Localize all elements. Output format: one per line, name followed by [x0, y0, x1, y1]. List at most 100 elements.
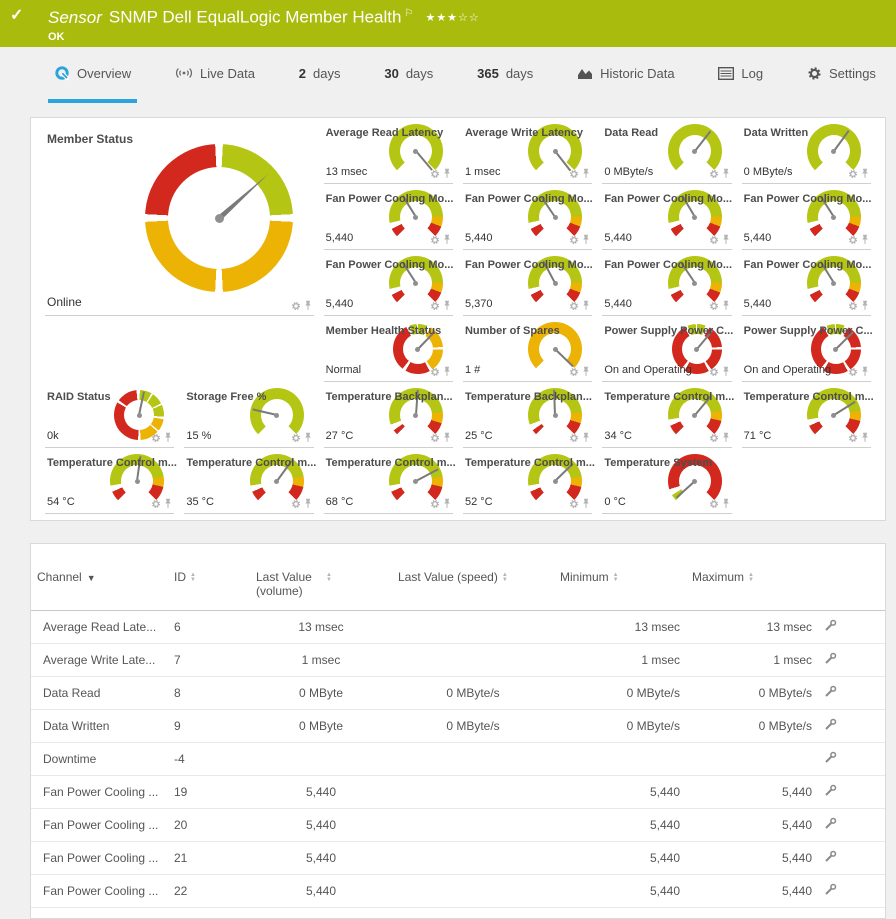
- sort-icon[interactable]: ▲▼: [613, 573, 619, 583]
- gauge-settings-icon[interactable]: [569, 499, 579, 509]
- gauge-settings-icon[interactable]: [848, 235, 858, 245]
- edit-channel-icon[interactable]: [824, 883, 837, 896]
- gauge-pin-icon[interactable]: [722, 234, 730, 245]
- sort-icon[interactable]: ▲▼: [502, 573, 508, 583]
- gauge-settings-icon[interactable]: [291, 499, 301, 509]
- gauge-settings-icon[interactable]: [569, 235, 579, 245]
- sort-icon[interactable]: ▲▼: [326, 573, 332, 583]
- gauge-cell-fan-25[interactable]: Fan Power Cooling Mo...5,440: [602, 250, 731, 316]
- gauge-cell-member-health-status[interactable]: Member Health StatusNormal: [324, 316, 453, 382]
- gauge-pin-icon[interactable]: [582, 300, 590, 311]
- gauge-settings-icon[interactable]: [569, 367, 579, 377]
- column-header-channel[interactable]: Channel▼: [31, 566, 168, 611]
- tab-30-days[interactable]: 30days: [378, 47, 439, 103]
- gauge-cell-fan-23[interactable]: Fan Power Cooling Mo...5,440: [324, 250, 453, 316]
- edit-channel-icon[interactable]: [824, 784, 837, 797]
- gauge-cell-temperature-control-68[interactable]: Temperature Control m...68 °C: [324, 448, 453, 514]
- gauge-pin-icon[interactable]: [304, 300, 312, 311]
- gauge-settings-icon[interactable]: [430, 235, 440, 245]
- gauge-settings-icon[interactable]: [430, 499, 440, 509]
- gauge-cell-temperature-backplane-1[interactable]: Temperature Backplan...27 °C: [324, 382, 453, 448]
- gauge-pin-icon[interactable]: [861, 234, 869, 245]
- gauge-cell-storage-free[interactable]: Storage Free %15 %: [184, 382, 313, 448]
- gauge-pin-icon[interactable]: [861, 300, 869, 311]
- gauge-settings-icon[interactable]: [709, 235, 719, 245]
- gauge-pin-icon[interactable]: [722, 366, 730, 377]
- gauge-settings-icon[interactable]: [709, 301, 719, 311]
- gauge-settings-icon[interactable]: [430, 169, 440, 179]
- gauge-settings-icon[interactable]: [709, 433, 719, 443]
- gauge-cell-temperature-control-34[interactable]: Temperature Control m...34 °C: [602, 382, 731, 448]
- column-header-minimum[interactable]: Minimum▲▼: [554, 566, 686, 611]
- gauge-cell-average-write-latency[interactable]: Average Write Latency1 msec: [463, 118, 592, 184]
- gauge-settings-icon[interactable]: [291, 433, 301, 443]
- gauge-pin-icon[interactable]: [722, 300, 730, 311]
- tab-historic-data[interactable]: Historic Data: [571, 47, 680, 103]
- edit-channel-icon[interactable]: [824, 751, 837, 764]
- gauge-settings-icon[interactable]: [709, 499, 719, 509]
- gauge-pin-icon[interactable]: [722, 432, 730, 443]
- sort-icon[interactable]: ▲▼: [190, 573, 196, 583]
- gauge-cell-temperature-system[interactable]: Temperature System0 °C: [602, 448, 731, 514]
- gauge-cell-number-of-spares[interactable]: Number of Spares1 #: [463, 316, 592, 382]
- edit-channel-icon[interactable]: [824, 685, 837, 698]
- gauge-cell-fan-21[interactable]: Fan Power Cooling Mo...5,440: [602, 184, 731, 250]
- gauge-settings-icon[interactable]: [848, 169, 858, 179]
- tab-live-data[interactable]: Live Data: [169, 47, 261, 103]
- priority-stars[interactable]: ★★★☆☆: [425, 12, 479, 24]
- edit-channel-icon[interactable]: [824, 619, 837, 632]
- gauge-cell-fan-24[interactable]: Fan Power Cooling Mo...5,370: [463, 250, 592, 316]
- gauge-cell-average-read-latency[interactable]: Average Read Latency13 msec: [324, 118, 453, 184]
- gauge-settings-icon[interactable]: [709, 367, 719, 377]
- sort-desc-icon[interactable]: ▼: [87, 573, 96, 583]
- gauge-pin-icon[interactable]: [582, 366, 590, 377]
- gauge-settings-icon[interactable]: [430, 367, 440, 377]
- gauge-settings-icon[interactable]: [430, 301, 440, 311]
- edit-channel-icon[interactable]: [824, 817, 837, 830]
- gauge-settings-icon[interactable]: [709, 169, 719, 179]
- gauge-cell-data-read[interactable]: Data Read0 MByte/s: [602, 118, 731, 184]
- gauge-pin-icon[interactable]: [443, 498, 451, 509]
- gauge-settings-icon[interactable]: [848, 367, 858, 377]
- gauge-pin-icon[interactable]: [861, 168, 869, 179]
- gauge-cell-power-supply-2[interactable]: Power Supply Power C...On and Operating: [742, 316, 871, 382]
- gauge-cell-temperature-control-52[interactable]: Temperature Control m...52 °C: [463, 448, 592, 514]
- gauge-settings-icon[interactable]: [569, 301, 579, 311]
- gauge-pin-icon[interactable]: [443, 432, 451, 443]
- column-header-id[interactable]: ID▲▼: [168, 566, 250, 611]
- gauge-pin-icon[interactable]: [582, 432, 590, 443]
- tab-365-days[interactable]: 365days: [471, 47, 539, 103]
- gauge-pin-icon[interactable]: [443, 168, 451, 179]
- flag-icon[interactable]: ⚐: [404, 8, 413, 19]
- gauge-cell-fan-22[interactable]: Fan Power Cooling Mo...5,440: [742, 184, 871, 250]
- gauge-pin-icon[interactable]: [861, 366, 869, 377]
- gauge-cell-fan-20[interactable]: Fan Power Cooling Mo...5,440: [463, 184, 592, 250]
- gauge-cell-fan-26[interactable]: Fan Power Cooling Mo...5,440: [742, 250, 871, 316]
- gauge-pin-icon[interactable]: [443, 234, 451, 245]
- gauge-pin-icon[interactable]: [582, 234, 590, 245]
- gauge-pin-icon[interactable]: [164, 498, 172, 509]
- gauge-settings-icon[interactable]: [291, 301, 301, 311]
- tab-overview[interactable]: Overview: [48, 47, 137, 103]
- gauge-cell-power-supply-1[interactable]: Power Supply Power C...On and Operating: [602, 316, 731, 382]
- gauge-cell-data-written[interactable]: Data Written0 MByte/s: [742, 118, 871, 184]
- gauge-pin-icon[interactable]: [582, 168, 590, 179]
- edit-channel-icon[interactable]: [824, 652, 837, 665]
- gauge-cell-member-status[interactable]: Member StatusOnline: [45, 118, 314, 316]
- gauge-pin-icon[interactable]: [861, 432, 869, 443]
- edit-channel-icon[interactable]: [824, 850, 837, 863]
- gauge-cell-temperature-control-71[interactable]: Temperature Control m...71 °C: [742, 382, 871, 448]
- gauge-cell-raid-status[interactable]: RAID Status0k: [45, 382, 174, 448]
- column-header-last-value-speed-[interactable]: Last Value (speed)▲▼: [392, 566, 554, 611]
- gauge-settings-icon[interactable]: [569, 433, 579, 443]
- column-header-maximum[interactable]: Maximum▲▼: [686, 566, 818, 611]
- gauge-cell-fan-19[interactable]: Fan Power Cooling Mo...5,440: [324, 184, 453, 250]
- gauge-pin-icon[interactable]: [582, 498, 590, 509]
- column-header-last-value-volume-[interactable]: Last Value (volume)▲▼: [250, 566, 392, 611]
- gauge-pin-icon[interactable]: [164, 432, 172, 443]
- gauge-cell-temperature-control-35[interactable]: Temperature Control m...35 °C: [184, 448, 313, 514]
- tab-2-days[interactable]: 2days: [293, 47, 347, 103]
- gauge-pin-icon[interactable]: [443, 366, 451, 377]
- gauge-settings-icon[interactable]: [848, 301, 858, 311]
- gauge-cell-temperature-control-54[interactable]: Temperature Control m...54 °C: [45, 448, 174, 514]
